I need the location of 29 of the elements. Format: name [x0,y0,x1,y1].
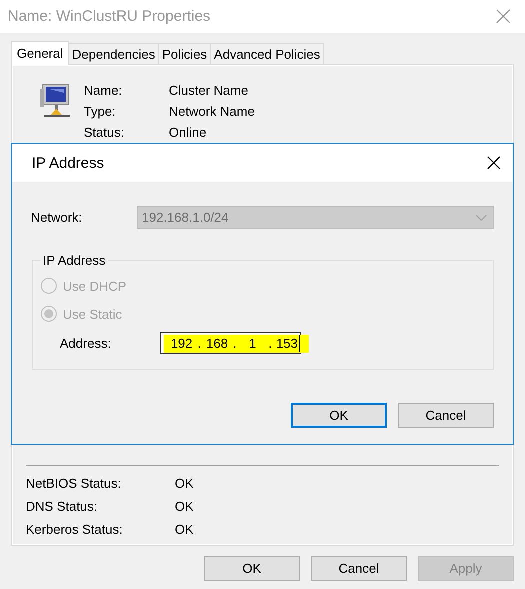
close-icon[interactable] [487,156,501,170]
field-label: Status: [84,125,126,140]
dialog-title: IP Address [32,154,104,172]
chevron-down-icon [476,214,487,220]
status-value: OK [175,476,195,491]
status-label: Kerberos Status: [26,522,124,537]
window-title: Name: WinClustRU Properties [8,8,211,25]
group-title: IP Address [42,253,107,268]
field-label: Name: [84,83,124,98]
radio-label: Use DHCP [63,278,127,294]
field-value: Cluster Name [169,83,250,98]
field-label: Network: [31,210,84,225]
status-label: NetBIOS Status: [26,476,122,491]
text-cursor [299,334,300,352]
radio-label: Use Static [63,306,122,322]
tab[interactable]: General [11,41,70,65]
field-label: Type: [84,104,117,119]
dialog-button[interactable]: Cancel [398,403,494,428]
field-value: Online [169,125,208,140]
status-value: OK [175,522,195,537]
tab[interactable]: Dependencies [68,43,160,64]
status-value: OK [175,499,195,514]
dialog-button[interactable]: Cancel [311,556,407,581]
tab[interactable]: Advanced Policies [210,43,324,64]
field-label: Address: [60,336,112,350]
dialog-button[interactable]: OK [204,556,300,581]
field-value: Network Name [169,104,255,119]
status-label: DNS Status: [26,499,99,514]
dialog-button[interactable]: OK [291,403,387,428]
